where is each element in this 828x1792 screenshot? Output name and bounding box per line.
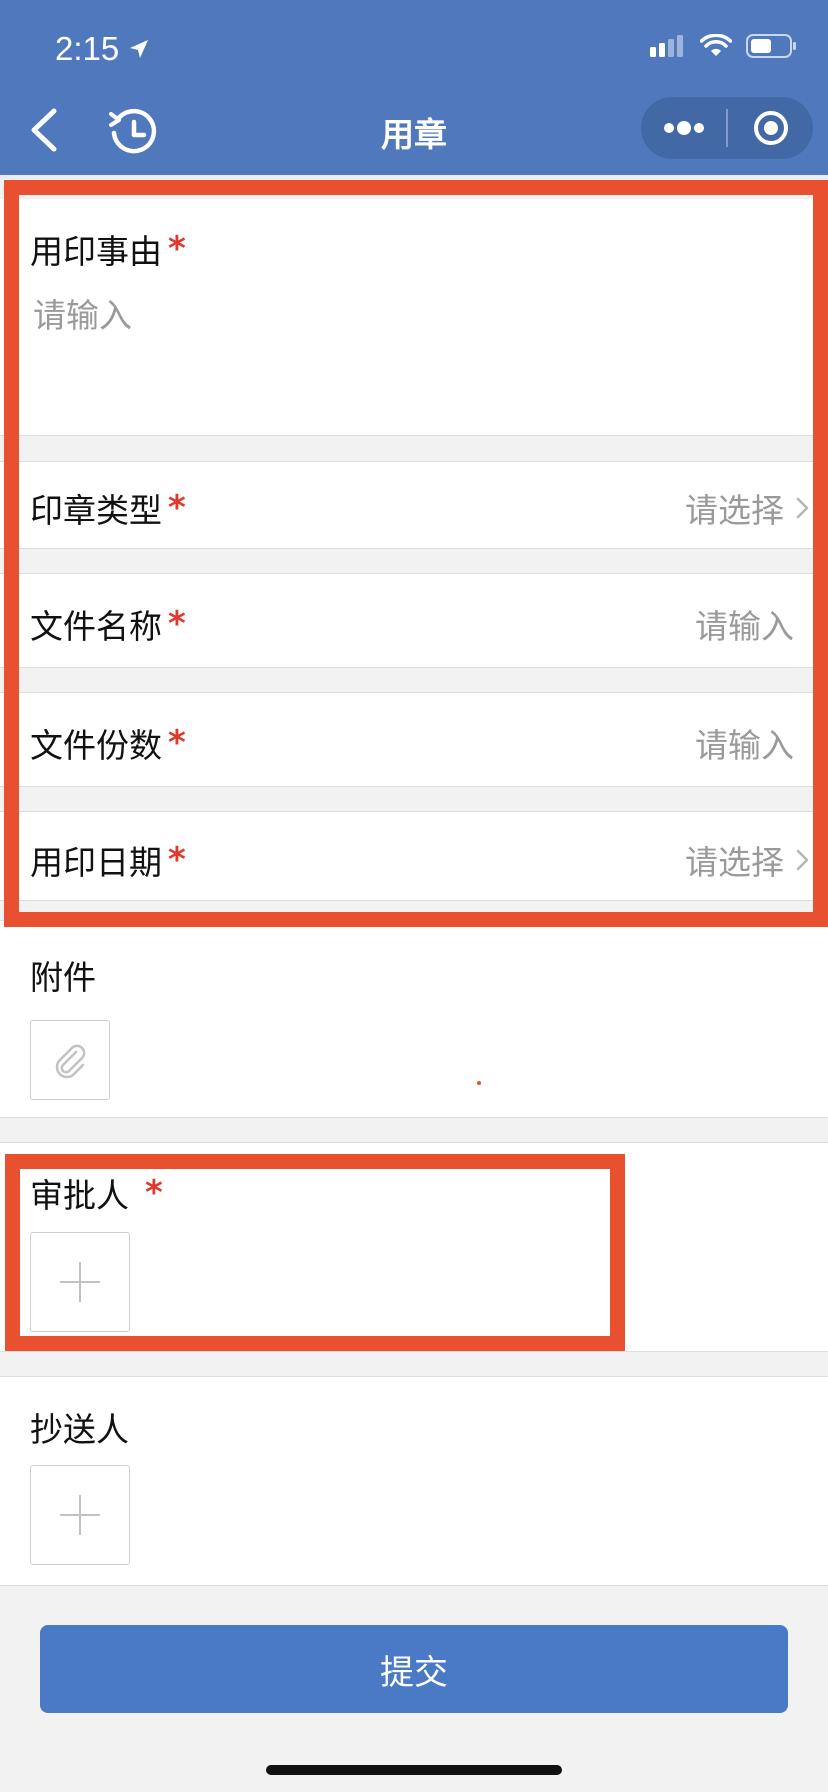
plus-icon (60, 1262, 100, 1302)
seal-date-label-text: 用印日期 (30, 843, 162, 882)
file-count-label: 文件份数 * (30, 719, 186, 767)
seal-date-placeholder: 请选择 (685, 843, 784, 882)
seal-type-field[interactable]: 印章类型 * 请选择 (0, 461, 828, 549)
chevron-right-icon (796, 497, 809, 519)
cc-section: 抄送人 (0, 1376, 828, 1586)
file-name-input[interactable]: 请输入 (695, 600, 794, 648)
home-indicator (266, 1765, 562, 1775)
reason-field[interactable]: 用印事由 * 请输入 (0, 199, 828, 436)
location-arrow-icon (130, 40, 149, 58)
attachment-section: 附件 (0, 920, 828, 1118)
file-name-label-text: 文件名称 (30, 607, 162, 646)
paperclip-icon (55, 1044, 86, 1079)
header-divider (0, 175, 828, 179)
file-name-label: 文件名称 * (30, 600, 186, 648)
add-cc-button[interactable] (30, 1465, 130, 1565)
battery-icon (746, 34, 796, 58)
required-mark: * (168, 723, 186, 763)
seal-type-placeholder: 请选择 (685, 491, 784, 530)
target-icon (753, 111, 788, 145)
approver-label: 审批人 * (30, 1169, 163, 1217)
seal-type-picker[interactable]: 请选择 (685, 484, 810, 532)
plus-icon (60, 1495, 100, 1535)
close-mini-program-button[interactable] (728, 97, 813, 159)
seal-type-label: 印章类型 * (30, 484, 186, 532)
file-count-input[interactable]: 请输入 (695, 719, 794, 767)
mini-program-capsule (641, 97, 813, 159)
submit-button[interactable]: 提交 (40, 1625, 788, 1713)
required-mark: * (168, 229, 186, 269)
attachment-upload-button[interactable] (30, 1020, 110, 1100)
reason-label-text: 用印事由 (30, 232, 162, 271)
status-icons (650, 33, 798, 59)
required-mark: * (145, 1173, 163, 1213)
seal-type-label-text: 印章类型 (30, 491, 162, 530)
annotation-dot (477, 1081, 481, 1085)
nav-header: 2:15 用章 (0, 0, 828, 175)
file-count-label-text: 文件份数 (30, 726, 162, 765)
status-time: 2:15 (55, 27, 151, 71)
seal-date-field[interactable]: 用印日期 * 请选择 (0, 811, 828, 901)
required-mark: * (168, 604, 186, 644)
approver-section: 审批人 * (0, 1142, 828, 1352)
file-name-field[interactable]: 文件名称 * 请输入 (0, 573, 828, 668)
seal-date-label: 用印日期 * (30, 836, 186, 884)
seal-date-picker[interactable]: 请选择 (685, 836, 810, 884)
more-button[interactable] (641, 97, 726, 159)
reason-label: 用印事由 * (30, 225, 186, 273)
signal-icon (650, 35, 683, 57)
approver-label-text: 审批人 (30, 1176, 129, 1215)
required-mark: * (168, 840, 186, 880)
status-time-text: 2:15 (55, 30, 120, 67)
more-icon (663, 121, 704, 135)
reason-input[interactable]: 请输入 (33, 289, 132, 337)
add-approver-button[interactable] (30, 1232, 130, 1332)
required-mark: * (168, 488, 186, 528)
file-count-field[interactable]: 文件份数 * 请输入 (0, 692, 828, 787)
chevron-right-icon (796, 849, 809, 871)
wifi-icon (700, 34, 732, 56)
cc-label: 抄送人 (30, 1410, 129, 1449)
attachment-label: 附件 (30, 958, 96, 997)
